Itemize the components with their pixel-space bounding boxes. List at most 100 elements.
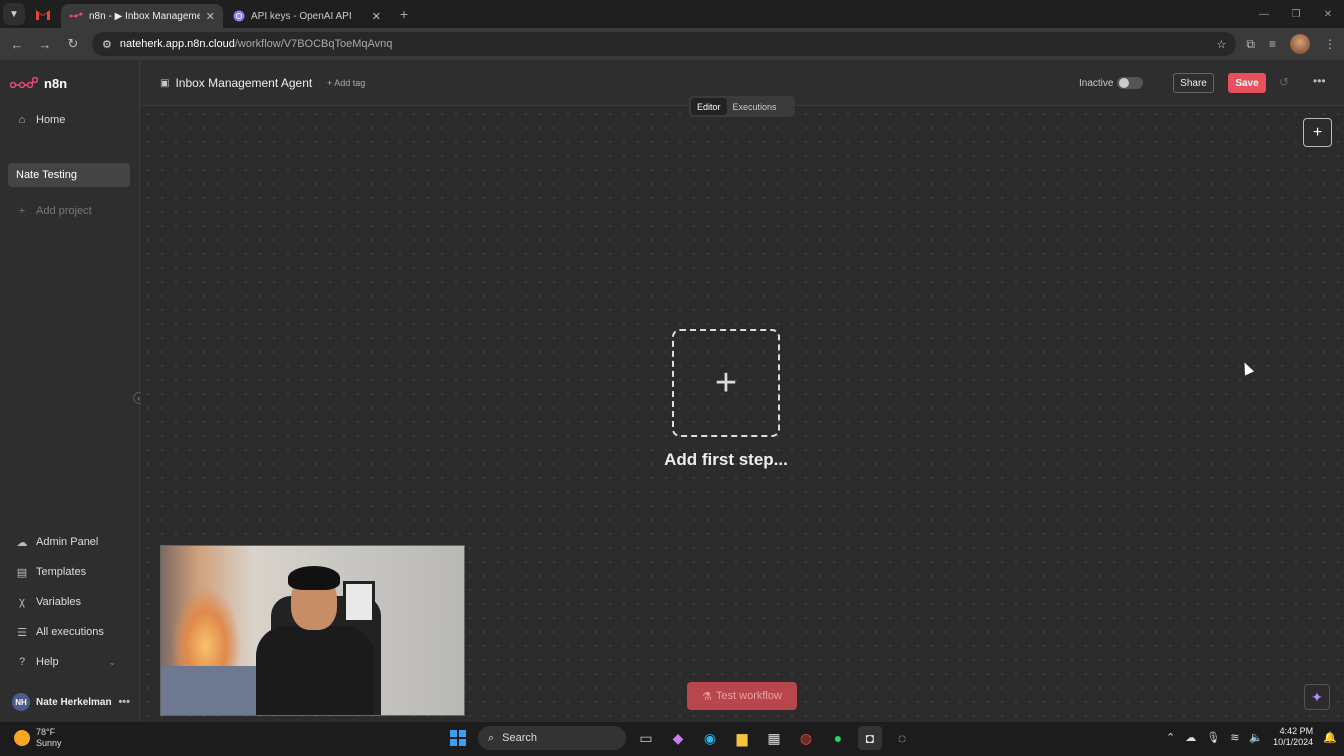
workflow-title-text: Inbox Management Agent <box>175 76 313 90</box>
webcam-bed <box>161 666 261 715</box>
gmail-icon <box>36 9 50 20</box>
taskbar-search-input[interactable]: ⌕ Search <box>478 726 626 750</box>
new-tab-button[interactable]: + <box>395 5 413 23</box>
weather-widget[interactable]: 78°F Sunny <box>14 727 62 749</box>
url-path: /workflow/V7BOCBqToeMqAvnq <box>234 38 393 50</box>
flask-icon: ⚗ <box>702 690 712 703</box>
tab-title: API keys - OpenAI API <box>251 10 352 22</box>
webcam-overlay <box>160 545 465 716</box>
sidebar-item-all-executions[interactable]: ☰ All executions <box>8 620 130 644</box>
add-tag-button[interactable]: + Add tag <box>327 78 365 88</box>
user-name: Nate Herkelman <box>36 696 112 708</box>
ai-assistant-button[interactable]: ✦ <box>1304 684 1330 710</box>
tab-openai[interactable]: API keys - OpenAI API ✕ <box>225 4 389 28</box>
test-workflow-label: Test workflow <box>715 690 782 702</box>
edge-icon[interactable]: ◉ <box>698 726 722 750</box>
more-icon[interactable]: ••• <box>118 696 130 708</box>
sidebar-item-label: Add project <box>36 205 92 217</box>
store-icon[interactable]: ▦ <box>762 726 786 750</box>
sidebar-item-label: Help <box>36 656 59 668</box>
variables-icon: χ <box>19 596 25 608</box>
window-controls: — ❐ ✕ <box>1248 0 1344 28</box>
cloud-icon: ☁ <box>16 536 28 549</box>
window-close-icon[interactable]: ✕ <box>1312 0 1344 28</box>
sidebar-item-admin-panel[interactable]: ☁ Admin Panel <box>8 530 130 554</box>
browser-menu-icon[interactable]: ⋮ <box>1324 37 1336 51</box>
add-project-button[interactable]: + Add project <box>8 199 130 223</box>
media-controls-icon[interactable]: ≡ <box>1269 37 1276 51</box>
n8n-logo[interactable]: n8n <box>10 76 67 91</box>
extensions-icon[interactable]: ⧉ <box>1246 37 1255 52</box>
bookmark-star-icon[interactable]: ☆ <box>1217 38 1227 51</box>
n8n-favicon-icon <box>69 12 83 18</box>
wifi-icon[interactable]: ≋ <box>1230 731 1239 744</box>
url-input[interactable]: ⚙ nateherk.app.n8n.cloud/workflow/V7BOCB… <box>92 32 1237 56</box>
tab-executions[interactable]: Executions <box>727 98 783 115</box>
windows-taskbar: 78°F Sunny ⌕ Search ▭ ◆ ◉ ▆ ▦ ◍ ● ◘ ◌ ⌃ ☁… <box>0 722 1344 756</box>
url-host: nateherk.app.n8n.cloud <box>119 38 235 50</box>
gmail-pinned-tab[interactable] <box>31 3 55 25</box>
add-node-button[interactable]: + <box>1303 118 1332 147</box>
sidebar: n8n ⌂ Home Nate Testing + Add project ☁ … <box>0 60 145 722</box>
webcam-person-hair <box>288 566 340 590</box>
forward-icon[interactable]: → <box>36 37 54 52</box>
camera-icon[interactable]: ◘ <box>858 726 882 750</box>
notification-bell-icon[interactable]: 🔔 <box>1323 731 1337 744</box>
user-menu[interactable]: NH Nate Herkelman ••• <box>12 692 130 712</box>
more-options-icon[interactable]: ••• <box>1313 74 1326 88</box>
onedrive-icon[interactable]: ☁ <box>1185 731 1196 744</box>
windows-start-icon[interactable] <box>446 726 470 750</box>
home-icon: ⌂ <box>18 114 26 126</box>
share-button[interactable]: Share <box>1173 73 1214 93</box>
activation-toggle[interactable] <box>1117 77 1143 89</box>
task-view-icon[interactable]: ▭ <box>634 726 658 750</box>
activation-status: Inactive <box>1079 78 1114 89</box>
file-explorer-icon[interactable]: ▆ <box>730 726 754 750</box>
system-clock[interactable]: 4:42 PM 10/1/2024 <box>1273 726 1313 748</box>
sidebar-item-label: Admin Panel <box>36 536 99 548</box>
sidebar-item-label: Variables <box>36 596 82 608</box>
sidebar-item-home[interactable]: ⌂ Home <box>8 108 130 132</box>
reload-icon[interactable]: ↻ <box>64 36 82 52</box>
app-icon[interactable]: ◌ <box>890 726 914 750</box>
clock-time: 4:42 PM <box>1279 726 1314 736</box>
list-icon: ☰ <box>17 626 27 639</box>
site-info-icon[interactable]: ⚙ <box>102 38 112 51</box>
test-workflow-button[interactable]: ⚗ Test workflow <box>687 682 797 710</box>
volume-icon[interactable]: 🔈 <box>1249 731 1263 744</box>
sidebar-item-templates[interactable]: ▤ Templates <box>8 560 130 584</box>
plus-icon: + <box>714 361 738 404</box>
sidebar-item-help[interactable]: ? Help ⌄ <box>8 650 130 674</box>
copilot-icon[interactable]: ◆ <box>666 726 690 750</box>
restore-icon[interactable]: ❐ <box>1280 0 1312 28</box>
profile-avatar[interactable] <box>1290 34 1310 54</box>
help-icon: ? <box>18 656 26 668</box>
history-icon[interactable]: ↺ <box>1279 75 1289 89</box>
microphone-icon[interactable]: 🎙 <box>1206 731 1220 744</box>
weather-condition: Sunny <box>36 738 62 748</box>
close-icon[interactable]: ✕ <box>206 10 215 23</box>
tab-search-menu-icon[interactable]: ▼ <box>3 3 25 25</box>
clock-date: 10/1/2024 <box>1273 737 1314 747</box>
chrome-icon[interactable]: ◍ <box>794 726 818 750</box>
workflow-icon: ▣ <box>160 77 170 89</box>
workflow-title[interactable]: ▣ Inbox Management Agent <box>160 76 312 90</box>
close-icon[interactable]: ✕ <box>372 10 381 23</box>
spotify-icon[interactable]: ● <box>826 726 850 750</box>
browser-tab-strip: ▼ n8n - ▶ Inbox Management ✕ API keys - … <box>0 0 1344 28</box>
search-icon: ⌕ <box>488 731 495 744</box>
avatar: NH <box>12 693 30 711</box>
back-icon[interactable]: ← <box>8 37 26 52</box>
tab-editor[interactable]: Editor <box>691 98 727 115</box>
search-placeholder: Search <box>502 732 538 744</box>
add-first-step-label: Add first step... <box>664 450 788 469</box>
add-first-step-button[interactable]: + <box>672 329 780 437</box>
logo-text: n8n <box>44 76 68 91</box>
tab-n8n[interactable]: n8n - ▶ Inbox Management ✕ <box>61 4 223 28</box>
chevron-up-icon[interactable]: ⌃ <box>1166 731 1175 744</box>
sidebar-item-label: Home <box>36 114 66 126</box>
save-button[interactable]: Save <box>1228 73 1266 93</box>
sidebar-item-variables[interactable]: χ Variables <box>8 590 130 614</box>
sidebar-item-project[interactable]: Nate Testing <box>8 163 130 187</box>
minimize-icon[interactable]: — <box>1248 0 1280 28</box>
